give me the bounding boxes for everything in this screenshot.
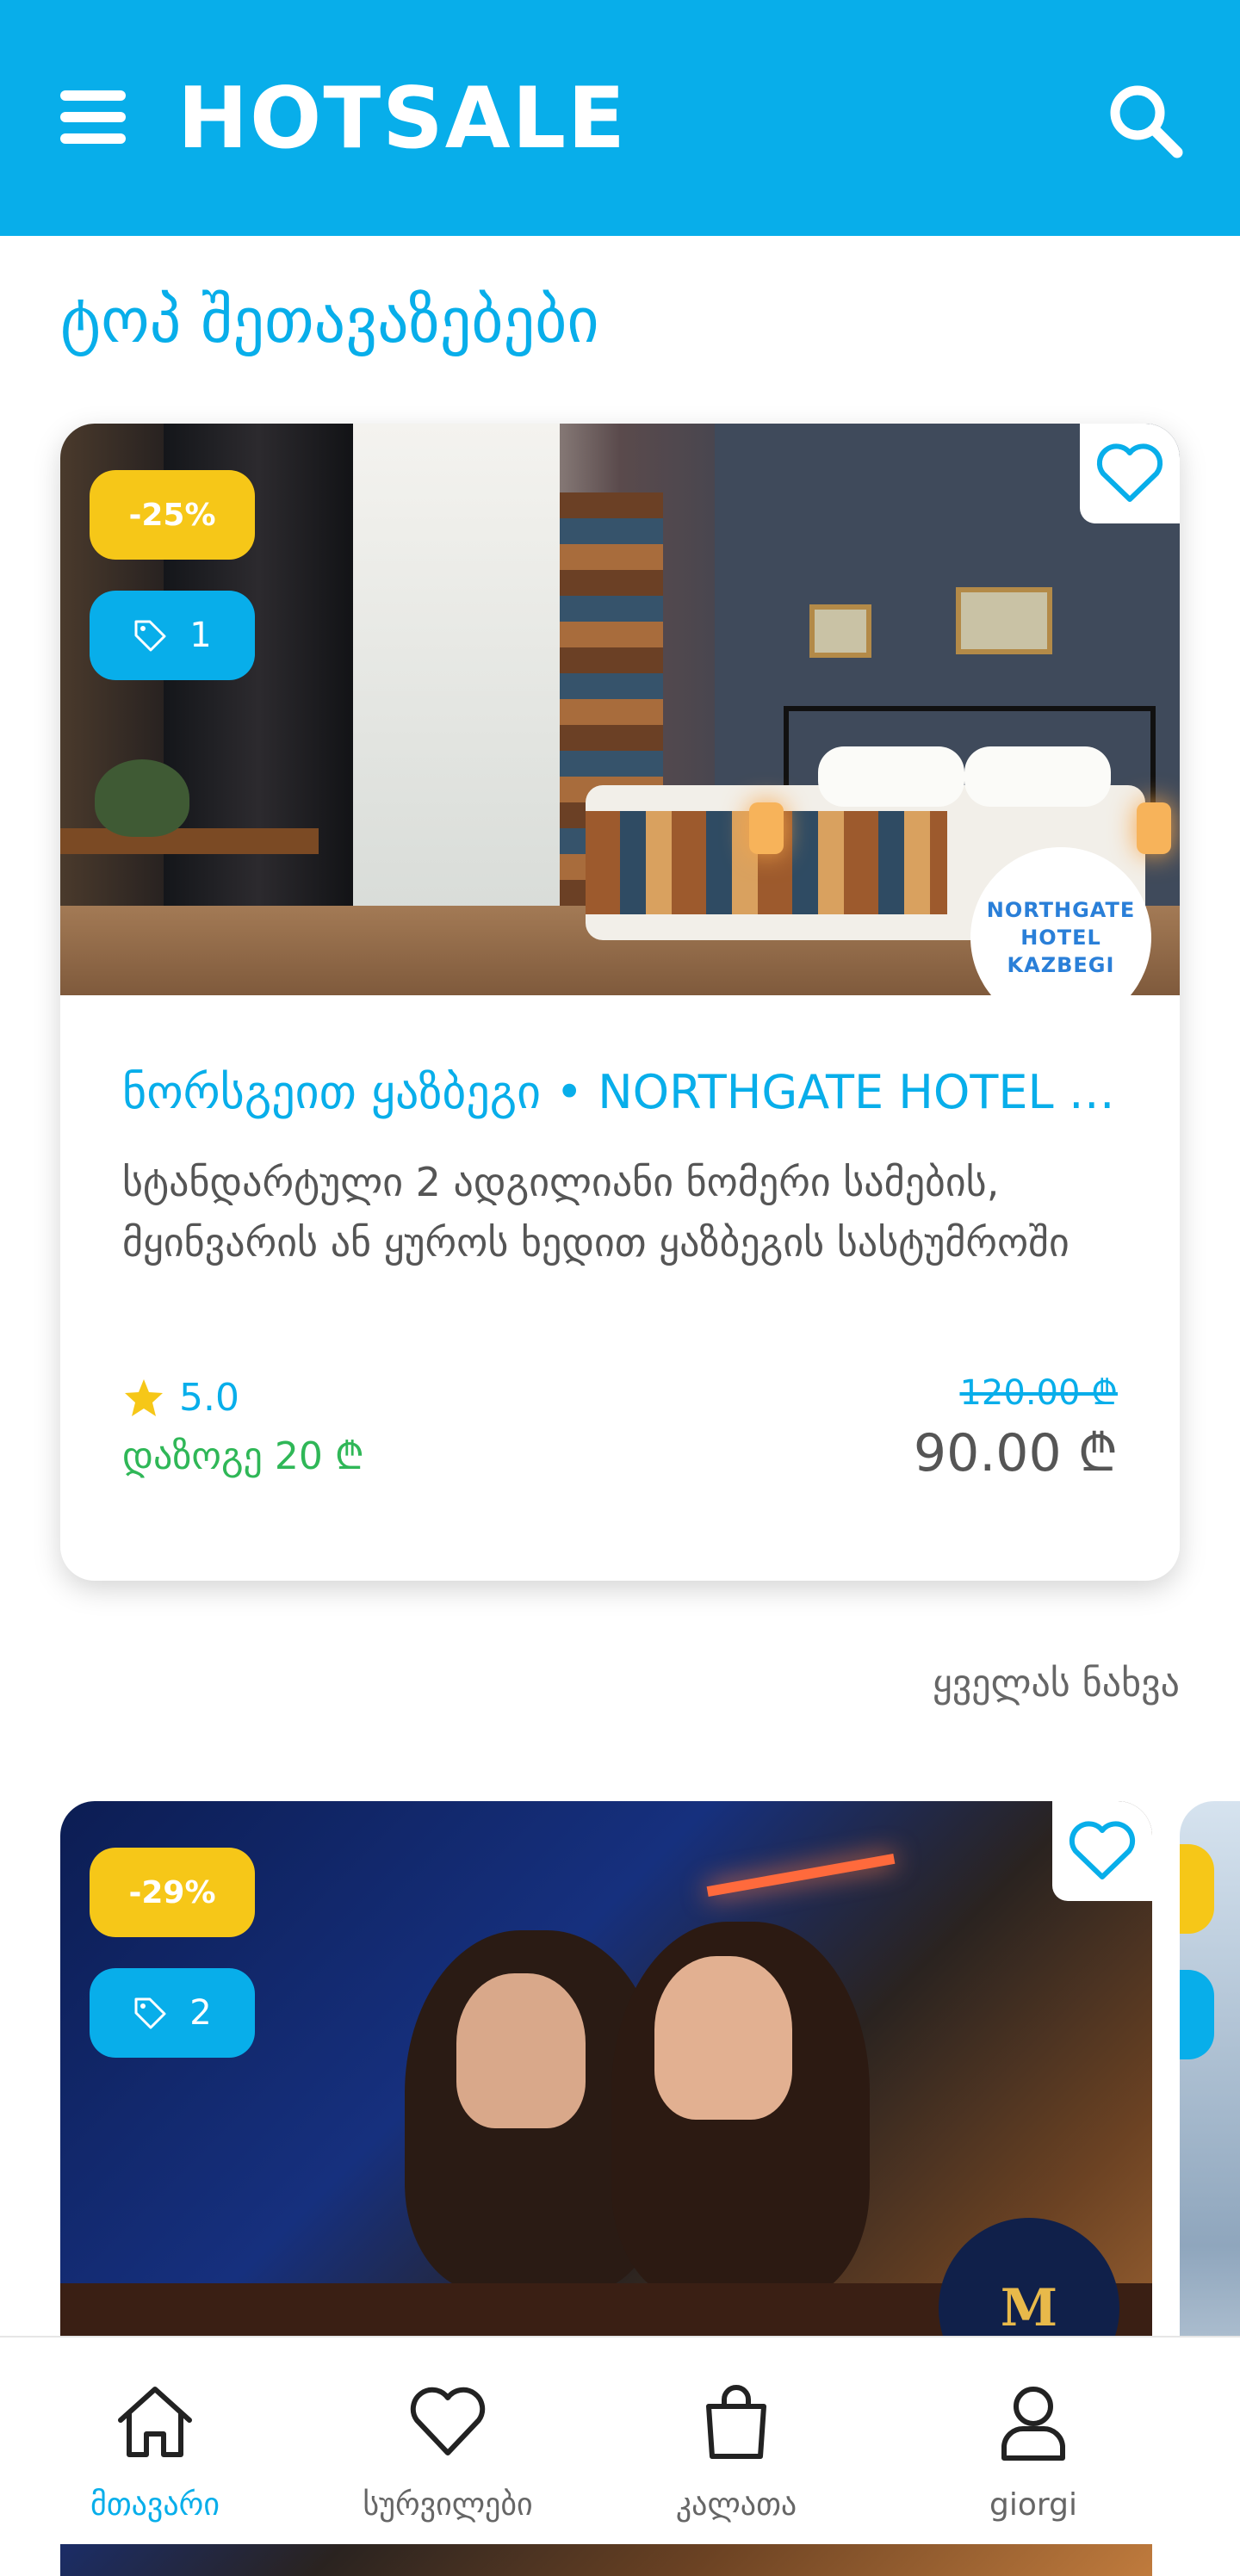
- nav-label: მთავარი: [90, 2487, 220, 2523]
- home-icon: [118, 2387, 192, 2457]
- heart-icon: [410, 2387, 486, 2455]
- savings-text: დაზოგე 20 ₾: [122, 1434, 364, 1478]
- tag-count: 2: [189, 1993, 212, 2033]
- tag-icon: [134, 620, 166, 652]
- nav-label: კალათა: [675, 2487, 797, 2523]
- favorite-button[interactable]: [1080, 424, 1180, 523]
- offer-card[interactable]: -25% 1 NORTHGATE HOTEL KAZBEGI ნორსგეით …: [60, 424, 1180, 1581]
- nav-wishlist[interactable]: სურვილები: [293, 2338, 603, 2544]
- new-price: 90.00 ₾: [913, 1423, 1118, 1483]
- user-icon: [1001, 2387, 1065, 2461]
- brand-logo[interactable]: HOTSALE: [177, 67, 627, 170]
- bottom-navigation: მთავარი სურვილები კალათა giorgi: [0, 2336, 1240, 2544]
- offer-description: სტანდარტული 2 ადგილიანი ნომერი სამების, …: [122, 1159, 1070, 1266]
- rating-value: 5.0: [179, 1376, 239, 1420]
- tag-badge: 2: [90, 1968, 255, 2058]
- tag-count: 1: [189, 616, 212, 655]
- offer-title[interactable]: ნორსგეით ყაზბეგი • NORTHGATE HOTEL KAZBE…: [122, 1062, 1121, 1123]
- star-icon: [125, 1378, 163, 1416]
- heart-icon: [1096, 443, 1163, 502]
- heart-icon: [1069, 1821, 1136, 1879]
- discount-badge: -25%: [90, 470, 255, 560]
- favorite-button[interactable]: [1052, 1801, 1152, 1901]
- old-price: 120.00 ₾: [959, 1373, 1118, 1413]
- nav-cart[interactable]: კალათა: [581, 2338, 891, 2544]
- app-header: HOTSALE: [0, 0, 1240, 236]
- rating: 5.0: [122, 1376, 239, 1420]
- see-all-link[interactable]: ყველას ნახვა: [933, 1658, 1180, 1710]
- nav-label: giorgi: [989, 2487, 1077, 2523]
- hotel-logo: NORTHGATE HOTEL KAZBEGI: [970, 847, 1151, 1028]
- section-title: ტოპ შეთავაზებები: [60, 284, 599, 356]
- search-icon[interactable]: [1107, 82, 1184, 159]
- shopping-bag-icon: [706, 2385, 766, 2459]
- nav-label: სურვილები: [363, 2487, 533, 2523]
- tag-badge: 1: [90, 591, 255, 680]
- hamburger-icon[interactable]: [60, 90, 126, 144]
- nav-home[interactable]: მთავარი: [0, 2338, 310, 2544]
- tag-icon: [134, 1997, 166, 2029]
- discount-badge: -29%: [90, 1848, 255, 1937]
- nav-profile[interactable]: giorgi: [878, 2338, 1188, 2544]
